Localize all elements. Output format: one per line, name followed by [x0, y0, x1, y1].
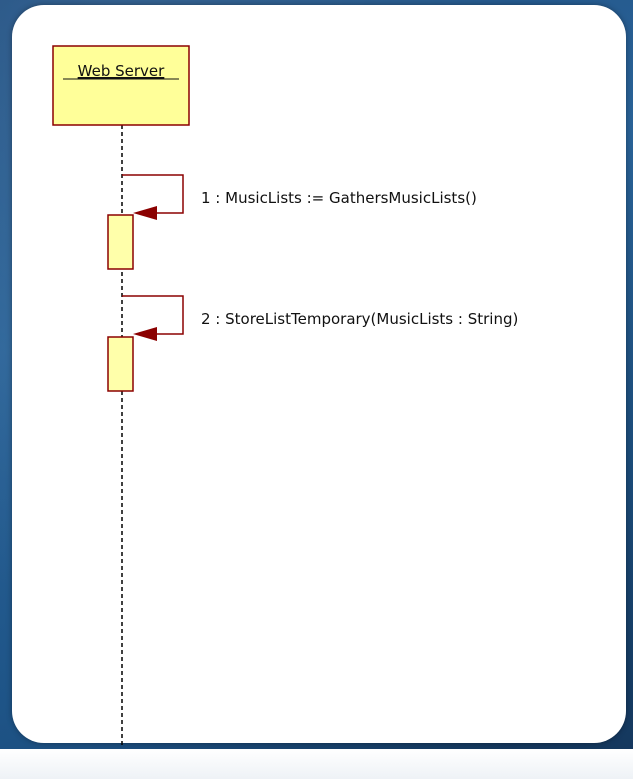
lifeline-title: Web Server [78, 62, 165, 80]
lifeline-web-server[interactable]: Web Server [52, 45, 190, 126]
activation-bar-1 [107, 214, 134, 270]
message-1-label: 1 : MusicLists := GathersMusicLists() [201, 189, 477, 207]
message-2-arrowhead [133, 327, 157, 341]
message-1-arrowhead [133, 206, 157, 220]
message-1-line [122, 174, 184, 214]
message-2-label: 2 : StoreListTemporary(MusicLists : Stri… [201, 310, 518, 328]
lifeline-box [52, 45, 190, 126]
sequence-diagram: Web Server 1 : MusicLists := GathersMusi… [52, 45, 518, 745]
message-2[interactable]: 2 : StoreListTemporary(MusicLists : Stri… [107, 295, 518, 392]
message-2-line [122, 295, 184, 335]
message-1[interactable]: 1 : MusicLists := GathersMusicLists() [107, 174, 477, 270]
activation-bar-2 [107, 336, 134, 392]
